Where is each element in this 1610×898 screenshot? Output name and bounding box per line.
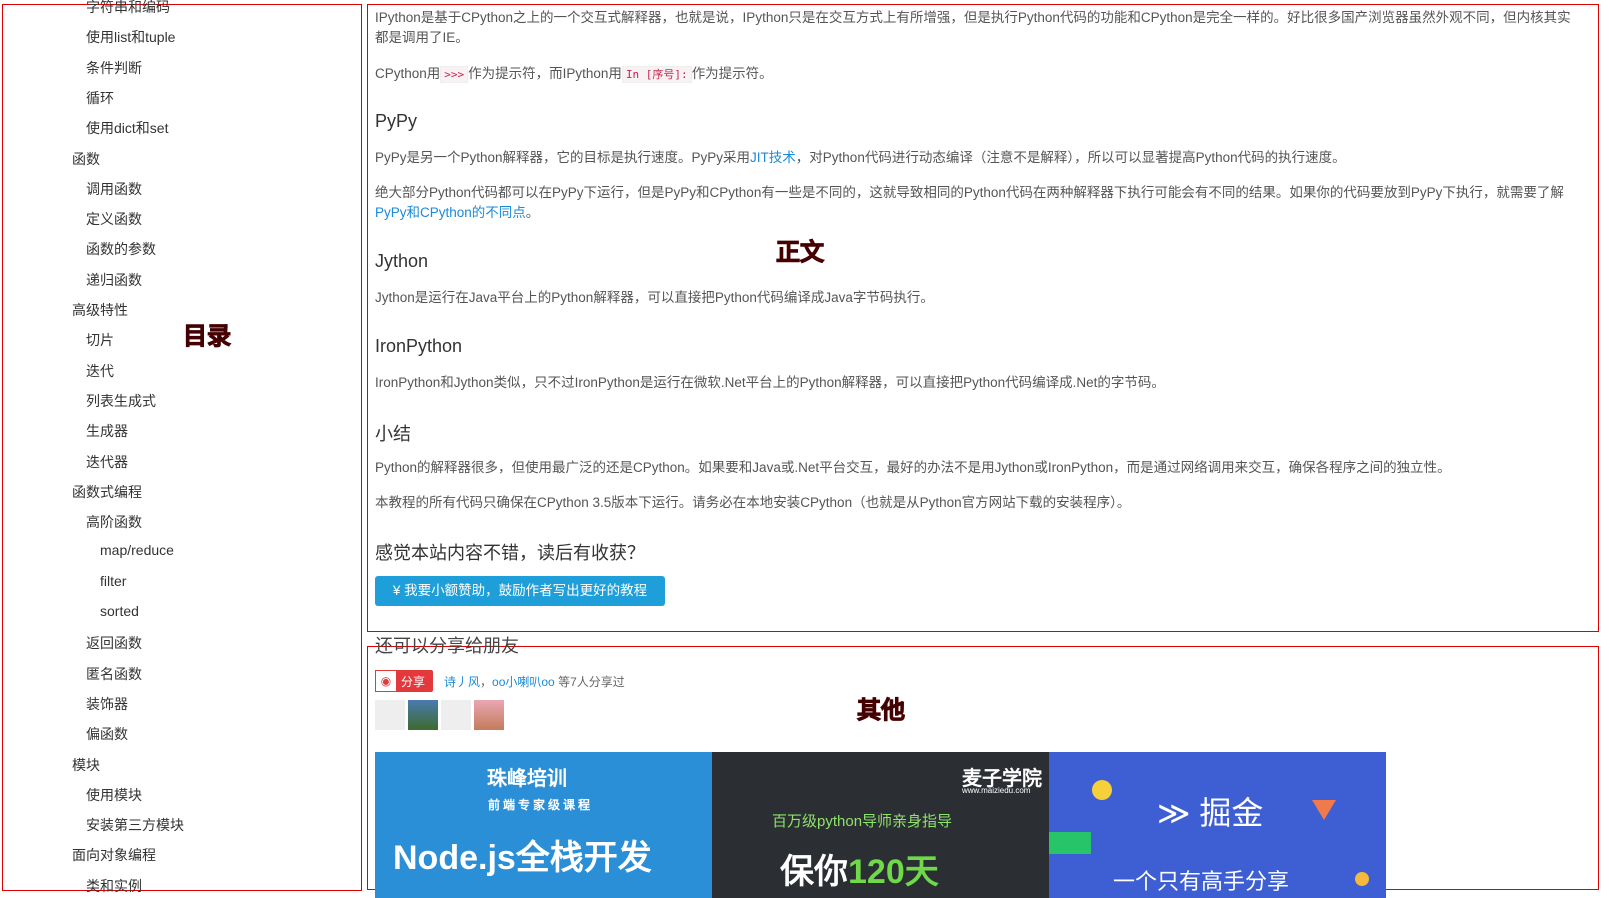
toc-item[interactable]: 使用list和tuple [86,27,175,47]
toc-item[interactable]: 面向对象编程 [72,845,156,865]
banner-zhufeng-headline: Node.js全栈开发 [393,839,652,877]
toc-item[interactable]: 定义函数 [86,209,142,229]
toc-frame [2,4,362,891]
banner-juejin-headline: 一个只有高手分享 [1113,869,1290,894]
banner-maizi-sub: 百万级python导师亲身指导 [772,813,953,830]
toc-item[interactable]: 生成器 [86,421,128,441]
feedback-title: 感觉本站内容不错，读后有收获？ [375,543,645,563]
toc-item[interactable]: filter [100,573,126,589]
toc-item[interactable]: 高级特性 [72,300,128,320]
ipython-paragraph-2: CPython用 >>> 作为提示符，而IPython用 In [序号]: 作为提示符。 [375,66,773,83]
toc-item[interactable]: 类和实例 [86,876,142,896]
share-title: 还可以分享给朋友 [375,636,519,656]
sharers-list: 诗丿风，oo小喇叭oo 等7人分享过 [444,675,625,689]
avatar[interactable] [375,700,405,730]
banner-zhufeng-sub: 前端专家级课程 [488,798,594,812]
code-prompt-ipython: In [序号]: [621,66,692,83]
toc-item[interactable]: 偏函数 [86,724,128,744]
toc-annotation-label: 目录 [183,322,232,351]
weibo-icon: ◉ [375,670,397,692]
toc-item[interactable]: 高阶函数 [86,512,142,532]
summary-paragraph-1: Python的解释器很多，但使用最广泛的还是CPython。如果要和Java或.… [375,460,1451,475]
avatar[interactable] [408,700,438,730]
toc-item[interactable]: 列表生成式 [86,391,156,411]
summary-paragraph-2: 本教程的所有代码只确保在CPython 3.5版本下运行。请务必在本地安装CPy… [375,495,1131,510]
toc-item[interactable]: 调用函数 [86,179,142,199]
ipython-paragraph-1: IPython是基于CPython之上的一个交互式解释器，也就是说，IPytho… [375,10,1571,45]
content-annotation-label: 正文 [776,238,825,267]
toc-item[interactable]: 函数的参数 [86,239,156,259]
toc-item[interactable]: 迭代 [86,361,114,381]
section-title-jython: Jython [375,251,429,271]
banner-maizi-headline: 保你120天 [780,853,939,891]
toc-item[interactable]: 循环 [86,88,114,108]
avatar[interactable] [441,700,471,730]
juejin-logo-icon: ≫ [1157,795,1200,831]
section-title-ironpython: IronPython [375,336,463,356]
code-prompt-cpython: >>> [440,66,469,83]
toc-item[interactable]: 匿名函数 [86,664,142,684]
toc-item[interactable]: 条件判断 [86,58,142,78]
banner-zhufeng-brand: 珠峰培训 [487,768,567,790]
toc-item[interactable]: 字符串和编码 [86,0,170,17]
toc-item[interactable]: sorted [100,603,139,619]
toc-item[interactable]: 使用dict和set [86,118,168,138]
toc-item[interactable]: 切片 [86,330,114,350]
sharer-link-2[interactable]: oo小喇叭oo [492,675,555,689]
bar-decoration-icon [1049,832,1091,854]
ironpython-paragraph-1: IronPython和Jython类似，只不过IronPython是运行在微软.… [375,375,1165,390]
banner-maizi-site: www.maiziedu.com [962,786,1031,795]
link-jit[interactable]: JIT技术 [750,150,796,165]
toc-item[interactable]: 安装第三方模块 [86,815,184,835]
jython-paragraph-1: Jython是运行在Java平台上的Python解释器，可以直接把Python代… [375,290,934,305]
weibo-share-button[interactable]: ◉ 分享 [375,670,433,692]
toc-item[interactable]: map/reduce [100,542,174,558]
dot-decoration-icon [1355,872,1369,886]
toc-item[interactable]: 使用模块 [86,785,142,805]
toc-item[interactable]: 函数 [72,149,100,169]
section-title-summary: 小结 [375,424,411,444]
toc-item[interactable]: 装饰器 [86,694,128,714]
section-title-pypy: PyPy [375,111,418,131]
banner-juejin[interactable]: ≫ 掘金 一个只有高手分享 [1049,752,1386,898]
donate-button[interactable]: ¥ 我要小额赞助，鼓励作者写出更好的教程 [375,576,665,606]
content-frame [367,4,1599,632]
pypy-paragraph-2: 绝大部分Python代码都可以在PyPy下运行，但是PyPy和CPython有一… [375,185,1564,220]
triangle-decoration-icon [1312,800,1336,820]
link-pypy-differences[interactable]: PyPy和CPython的不同点 [375,205,526,220]
avatar[interactable] [474,700,504,730]
toc-item[interactable]: 返回函数 [86,633,142,653]
sharer-link-1[interactable]: 诗丿风 [444,675,480,689]
sidebar-toc: 字符串和编码 使用list和tuple 条件判断循环使用dict和set 函数调用函数… [0,0,362,898]
toc-item[interactable]: 递归函数 [86,270,142,290]
banner-juejin-brand: ≫ 掘金 [1157,795,1264,831]
pypy-paragraph-1: PyPy是另一个Python解释器，它的目标是执行速度。PyPy采用JIT技术，… [375,150,1346,165]
other-annotation-label: 其他 [857,696,906,725]
share-button-label: 分享 [401,675,426,689]
toc-item[interactable]: 函数式编程 [72,482,142,502]
banner-maizi[interactable]: 麦子学院 www.maiziedu.com 百万级python导师亲身指导 保你… [712,752,1049,898]
banner-zhufeng[interactable]: 珠峰培训 前端专家级课程 Node.js全栈开发 [375,752,712,898]
dot-decoration-icon [1092,780,1112,800]
toc-item[interactable]: 模块 [72,755,100,775]
toc-item[interactable]: 迭代器 [86,452,128,472]
